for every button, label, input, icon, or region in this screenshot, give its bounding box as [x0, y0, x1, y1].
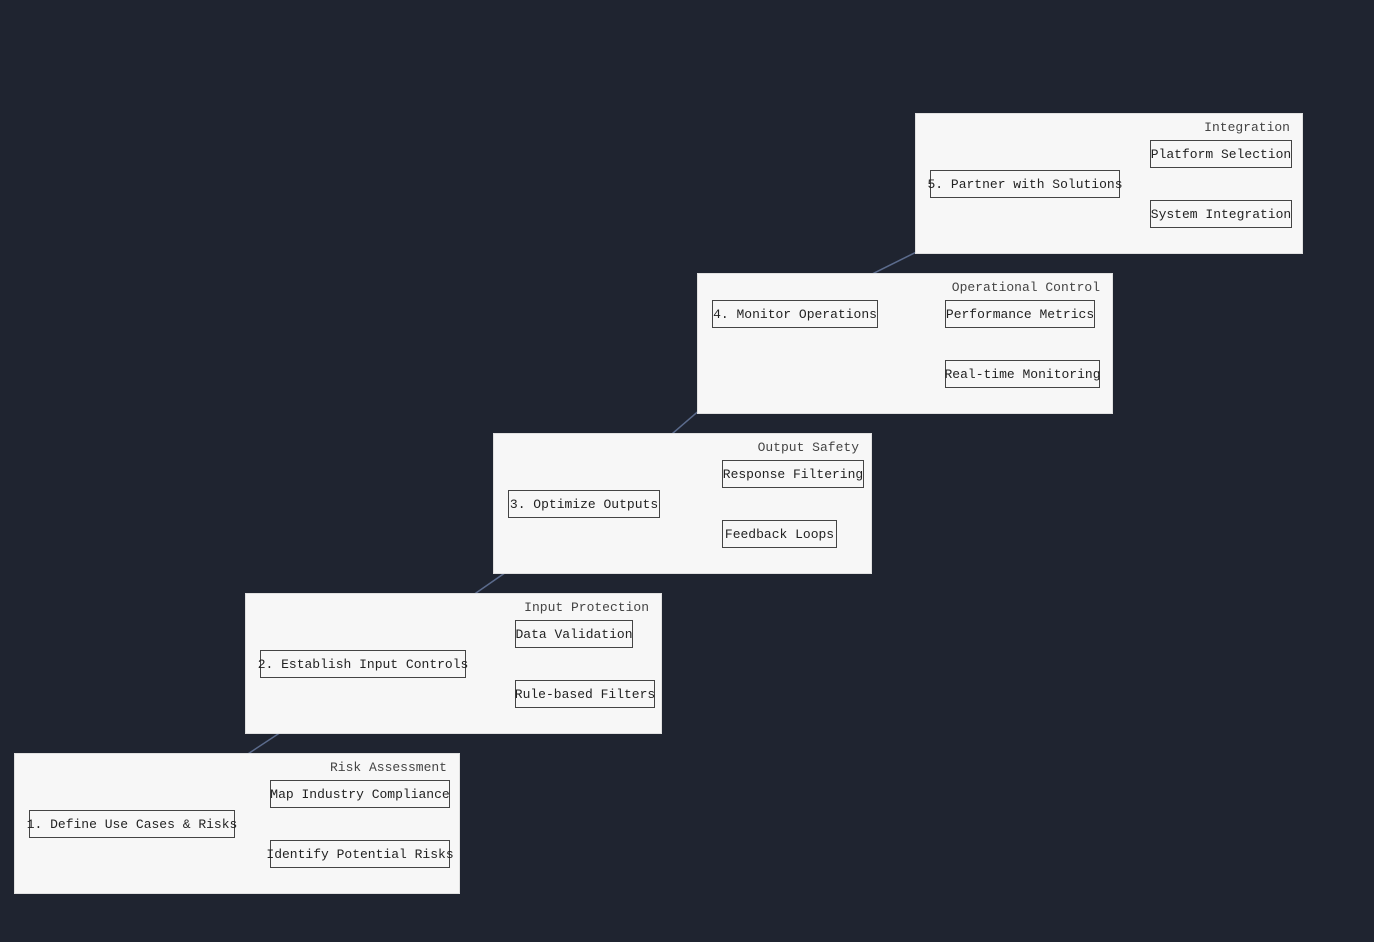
node-label: Map Industry Compliance — [270, 787, 449, 802]
node-label: 2. Establish Input Controls — [258, 657, 469, 672]
node-label: Platform Selection — [1151, 147, 1291, 162]
node-label: 3. Optimize Outputs — [510, 497, 658, 512]
node-label: Data Validation — [515, 627, 632, 642]
node-response-filtering: Response Filtering — [722, 460, 864, 488]
node-feedback-loops: Feedback Loops — [722, 520, 837, 548]
node-label: 4. Monitor Operations — [713, 307, 877, 322]
node-map-compliance: Map Industry Compliance — [270, 780, 450, 808]
node-monitor-operations: 4. Monitor Operations — [712, 300, 878, 328]
group-title: Operational Control — [952, 280, 1100, 295]
diagram-canvas: Risk Assessment 1. Define Use Cases & Ri… — [0, 0, 1374, 942]
node-realtime-monitoring: Real-time Monitoring — [945, 360, 1100, 388]
node-label: 5. Partner with Solutions — [927, 177, 1122, 192]
node-label: Rule-based Filters — [515, 687, 655, 702]
group-title: Risk Assessment — [330, 760, 447, 775]
group-title: Input Protection — [524, 600, 649, 615]
node-label: Performance Metrics — [946, 307, 1094, 322]
node-define-use-cases: 1. Define Use Cases & Risks — [29, 810, 235, 838]
node-label: 1. Define Use Cases & Risks — [27, 817, 238, 832]
group-title: Integration — [1204, 120, 1290, 135]
node-label: Feedback Loops — [725, 527, 834, 542]
node-label: System Integration — [1151, 207, 1291, 222]
node-label: Response Filtering — [723, 467, 863, 482]
node-system-integration: System Integration — [1150, 200, 1292, 228]
node-optimize-outputs: 3. Optimize Outputs — [508, 490, 660, 518]
node-establish-input-controls: 2. Establish Input Controls — [260, 650, 466, 678]
group-title: Output Safety — [758, 440, 859, 455]
node-platform-selection: Platform Selection — [1150, 140, 1292, 168]
node-performance-metrics: Performance Metrics — [945, 300, 1095, 328]
node-rule-based-filters: Rule-based Filters — [515, 680, 655, 708]
node-label: Identify Potential Risks — [266, 847, 453, 862]
node-label: Real-time Monitoring — [944, 367, 1100, 382]
node-partner-solutions: 5. Partner with Solutions — [930, 170, 1120, 198]
node-data-validation: Data Validation — [515, 620, 633, 648]
group-operational-control: Operational Control — [697, 273, 1113, 414]
node-identify-risks: Identify Potential Risks — [270, 840, 450, 868]
